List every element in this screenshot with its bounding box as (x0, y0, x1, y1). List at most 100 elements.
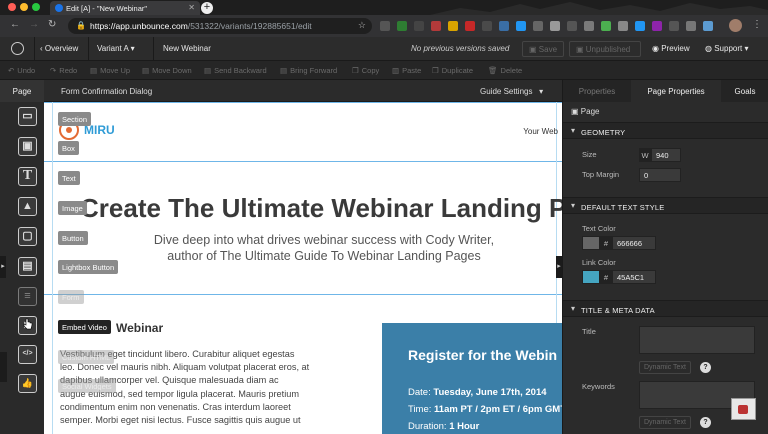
paste-button[interactable]: ▥ Paste (392, 66, 421, 75)
title-textarea[interactable] (639, 326, 755, 354)
copy-button[interactable]: ❐ Copy (352, 66, 379, 75)
new-tab-button[interactable]: + (201, 2, 213, 14)
link-color-swatch[interactable] (582, 270, 600, 284)
page-headline[interactable]: Create The Ultimate Webinar Landing P (80, 193, 562, 224)
extension-icon[interactable] (414, 21, 424, 31)
left-collapse-arrow-icon[interactable]: ▸ (0, 256, 6, 278)
extension-icon[interactable] (482, 21, 492, 31)
section-heading[interactable]: Webinar (116, 321, 163, 335)
extension-icon[interactable] (380, 21, 390, 31)
default-text-style-section-header[interactable]: DEFAULT TEXT STYLE (563, 197, 768, 214)
text-color-swatch[interactable] (582, 236, 600, 250)
extension-icon[interactable] (516, 21, 526, 31)
properties-tab-bar: Properties Page Properties Goals (563, 80, 768, 102)
trash-icon: 🗑 (488, 66, 498, 75)
extension-icon[interactable] (550, 21, 560, 31)
move-down-button[interactable]: ▤ Move Down (142, 66, 192, 75)
close-tab-icon[interactable]: ✕ (188, 3, 195, 12)
guide-settings-dropdown[interactable]: Guide Settings ▾ (480, 87, 543, 96)
date-label: Date: (408, 387, 431, 398)
profile-avatar[interactable] (729, 19, 742, 32)
support-menu[interactable]: ◍ Support ▾ (705, 44, 748, 53)
overview-link[interactable]: ‹ Overview (40, 44, 78, 53)
bring-forward-button[interactable]: ▤ Bring Forward (280, 66, 337, 75)
size-width-input[interactable]: 940 (651, 148, 681, 162)
custom-html-widget-icon[interactable]: </> (18, 345, 37, 364)
browser-tab[interactable]: Edit [A] - "New Webinar" ✕ (50, 1, 200, 15)
preview-button[interactable]: ◉ Preview (652, 44, 690, 53)
social-widget-icon[interactable]: 👍 (18, 374, 37, 393)
header-nav-text[interactable]: Your Web (523, 127, 558, 136)
extension-icon[interactable] (652, 21, 662, 31)
minimize-window-button[interactable] (20, 3, 28, 11)
reload-icon[interactable]: ↻ (48, 19, 56, 30)
save-button[interactable]: ▣ Save (522, 41, 565, 57)
unbounce-logo-icon[interactable] (11, 42, 24, 55)
forward-arrow-icon[interactable]: → (29, 19, 39, 30)
paste-label: Paste (402, 66, 422, 75)
top-margin-input[interactable]: 0 (639, 168, 681, 182)
extension-icon[interactable] (465, 21, 475, 31)
link-color-input[interactable]: 45A5C1 (612, 270, 656, 284)
extension-icon[interactable] (431, 21, 441, 31)
browser-menu-icon[interactable]: ⋮ (752, 19, 762, 30)
url-input[interactable]: 🔒 https://app.unbounce.com/531322/varian… (68, 18, 372, 34)
tab-properties[interactable]: Properties (563, 80, 631, 102)
lightbox-button-widget-icon[interactable]: ▤ (18, 257, 37, 276)
dynamic-text-button[interactable]: Dynamic Text (639, 416, 691, 429)
undo-button[interactable]: ↶ Undo (8, 66, 35, 75)
redo-button[interactable]: ↷ Redo (50, 66, 77, 75)
width-unit-label: W (639, 148, 651, 162)
bookmark-star-icon[interactable]: ☆ (358, 20, 366, 31)
extension-icon[interactable] (584, 21, 594, 31)
page-name[interactable]: New Webinar (163, 44, 211, 53)
variant-dropdown[interactable]: Variant A ▾ (97, 44, 135, 53)
text-widget-icon[interactable]: T (18, 167, 37, 186)
button-widget-icon[interactable]: ▢ (18, 227, 37, 246)
section-widget-icon[interactable]: ▭ (18, 107, 37, 126)
extension-icon[interactable] (635, 21, 645, 31)
caret-down-icon: ▾ (539, 87, 544, 96)
hand-cursor-icon (23, 318, 33, 330)
widget-label-form: Form (58, 290, 84, 304)
tab-form-confirmation-dialog[interactable]: Form Confirmation Dialog (61, 87, 152, 96)
delete-button[interactable]: 🗑 Delete (488, 66, 522, 75)
close-window-button[interactable] (8, 3, 16, 11)
tab-page-properties[interactable]: Page Properties (631, 80, 721, 102)
text-color-input[interactable]: 666666 (612, 236, 656, 250)
register-box[interactable]: Register for the Webin Date: Tuesday, Ju… (382, 323, 562, 434)
tab-page[interactable]: Page (0, 80, 44, 102)
extension-icon[interactable] (686, 21, 696, 31)
send-backward-button[interactable]: ▤ Send Backward (204, 66, 267, 75)
extension-icon[interactable] (703, 21, 713, 31)
extension-icon[interactable] (601, 21, 611, 31)
title-meta-section-header[interactable]: TITLE & META DATA (563, 300, 768, 317)
image-widget-icon[interactable]: ▲ (18, 197, 37, 216)
extension-icon[interactable] (618, 21, 628, 31)
extension-icon[interactable] (533, 21, 543, 31)
help-icon[interactable]: ? (700, 417, 711, 428)
back-arrow-icon[interactable]: ← (10, 19, 20, 30)
box-widget-icon[interactable]: ▣ (18, 137, 37, 156)
tab-goals[interactable]: Goals (721, 80, 768, 102)
time-label: Time: (408, 404, 432, 415)
geometry-section-header[interactable]: GEOMETRY (563, 122, 768, 139)
extension-icon[interactable] (669, 21, 679, 31)
unpublished-button[interactable]: ▣ Unpublished (569, 41, 641, 57)
extension-icon[interactable] (567, 21, 577, 31)
page-canvas[interactable]: MIRU Your Web Create The Ultimate Webina… (44, 102, 562, 434)
form-widget-icon[interactable]: ≡ (18, 287, 37, 306)
duplicate-button[interactable]: ❐ Duplicate (432, 66, 473, 75)
maximize-window-button[interactable] (32, 3, 40, 11)
move-up-button[interactable]: ▤ Move Up (90, 66, 130, 75)
page-subheadline[interactable]: Dive deep into what drives webinar succe… (104, 232, 544, 264)
dynamic-text-button[interactable]: Dynamic Text (639, 361, 691, 374)
extension-icon[interactable] (499, 21, 509, 31)
extension-icon[interactable] (448, 21, 458, 31)
left-collapse-handle[interactable] (0, 352, 7, 382)
help-icon[interactable]: ? (700, 362, 711, 373)
section-guide-line (44, 294, 562, 295)
extension-icon[interactable] (397, 21, 407, 31)
save-label: Save (538, 45, 558, 54)
widget-label-button: Button (58, 231, 88, 245)
